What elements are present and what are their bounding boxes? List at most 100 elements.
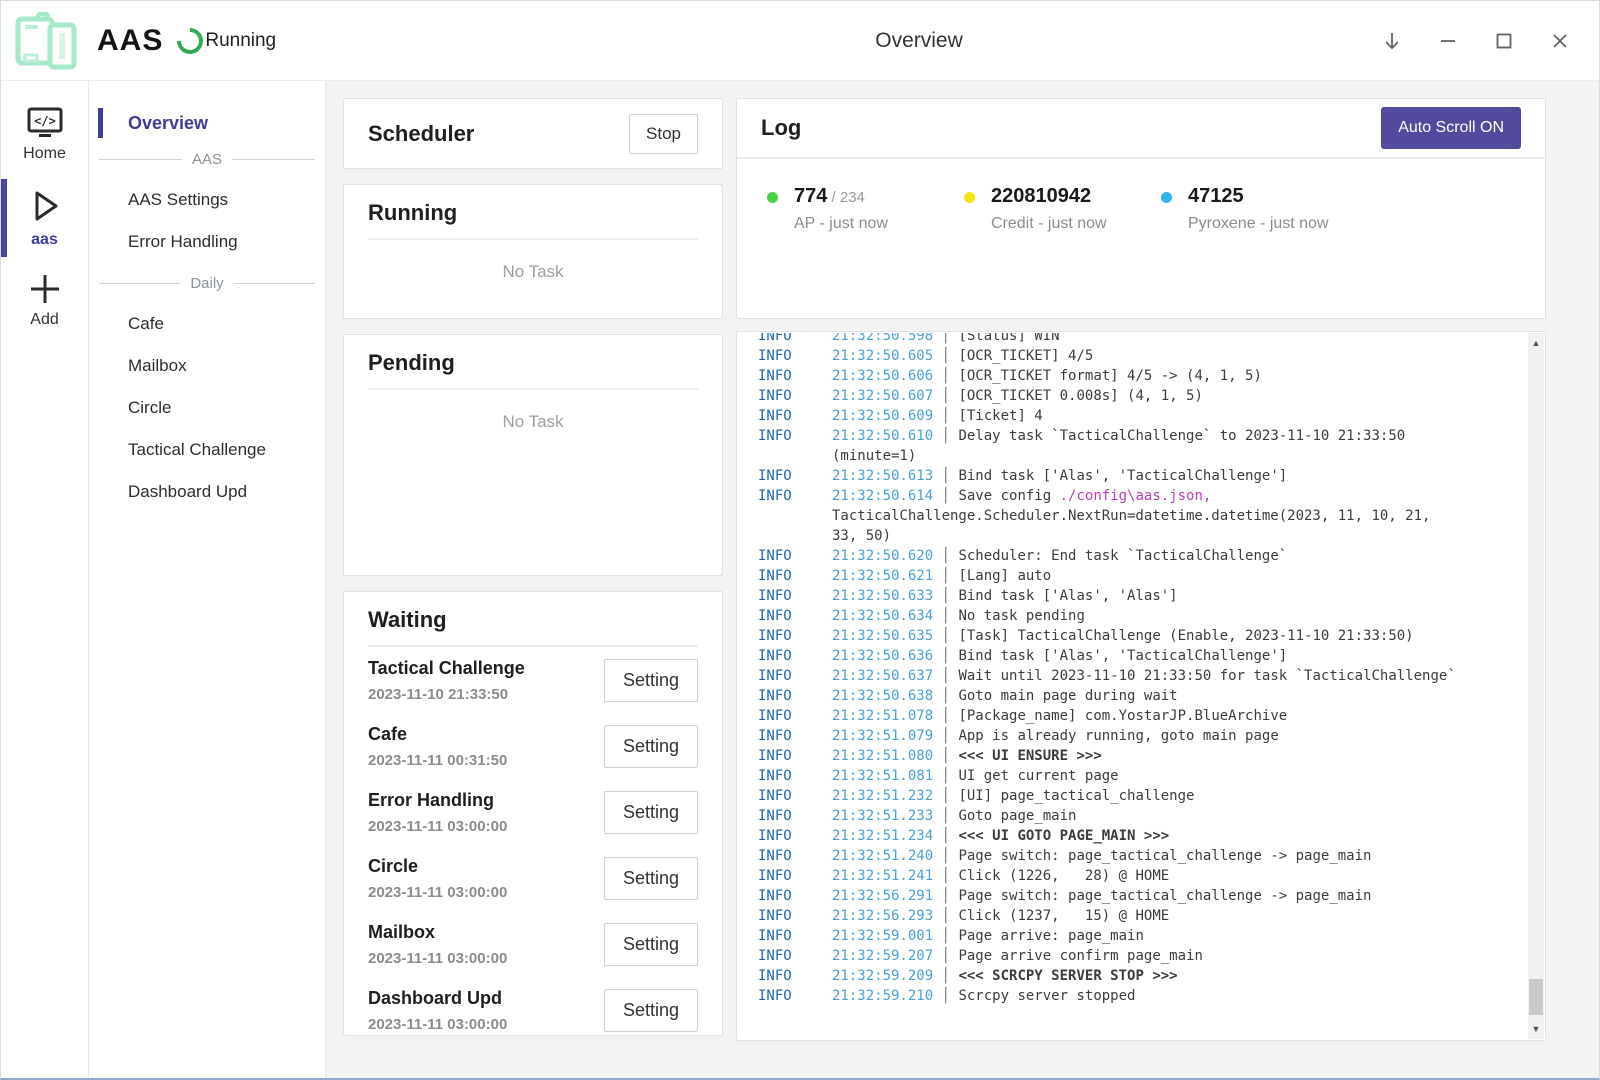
setting-button[interactable]: Setting <box>604 725 698 768</box>
log-message: 21:32:51.234 │ <<< UI GOTO PAGE_MAIN >>> <box>832 826 1462 846</box>
nav-item-dashboard-upd[interactable]: Dashboard Upd <box>89 471 325 513</box>
log-message: 21:32:59.209 │ <<< SCRCPY SERVER STOP >>… <box>832 966 1462 986</box>
stat-body: 220810942Credit - just now <box>991 185 1107 233</box>
log-entry: INFO21:32:50.613 │ Bind task ['Alas', 'T… <box>758 466 1528 486</box>
log-timestamp: 21:32:50.606 <box>832 368 933 384</box>
auto-scroll-button[interactable]: Auto Scroll ON <box>1381 107 1521 149</box>
scrollbar-thumb[interactable] <box>1529 979 1543 1015</box>
waiting-task-row: Mailbox2023-11-11 03:00:00Setting <box>368 911 698 977</box>
stat-dot-icon <box>1161 192 1172 203</box>
nav-item-tactical-challenge[interactable]: Tactical Challenge <box>89 429 325 471</box>
setting-button[interactable]: Setting <box>604 659 698 702</box>
waiting-task-name: Dashboard Upd <box>368 988 507 1009</box>
log-separator: │ <box>933 948 958 964</box>
maximize-icon[interactable] <box>1481 18 1527 64</box>
minimize-icon[interactable] <box>1425 18 1471 64</box>
waiting-task-info: Cafe2023-11-11 00:31:50 <box>368 724 507 769</box>
log-level: INFO <box>758 886 832 906</box>
log-text: [Package_name] com.YostarJP.BlueArchive <box>958 708 1287 724</box>
log-entry: INFO21:32:51.232 │ [UI] page_tactical_ch… <box>758 786 1528 806</box>
rail-item-aas[interactable]: aas <box>1 175 88 261</box>
log-level: INFO <box>758 826 832 846</box>
nav-item-mailbox[interactable]: Mailbox <box>89 345 325 387</box>
rail-label: aas <box>1 231 88 249</box>
plus-icon <box>1 271 88 307</box>
stop-button[interactable]: Stop <box>629 114 698 154</box>
log-text: Scrcpy server stopped <box>958 988 1135 1004</box>
log-timestamp: 21:32:50.638 <box>832 688 933 704</box>
close-icon[interactable] <box>1537 18 1583 64</box>
log-text: Click (1226, 28) @ HOME <box>958 868 1169 884</box>
run-status: Running <box>177 28 276 54</box>
log-entry: INFO21:32:51.234 │ <<< UI GOTO PAGE_MAIN… <box>758 826 1528 846</box>
nav-item-circle[interactable]: Circle <box>89 387 325 429</box>
log-timestamp: 21:32:51.240 <box>832 848 933 864</box>
log-timestamp: 21:32:50.613 <box>832 468 933 484</box>
log-text: Page arrive: page_main <box>958 928 1143 944</box>
waiting-task-time: 2023-11-11 03:00:00 <box>368 1016 507 1033</box>
log-message: 21:32:50.607 │ [OCR_TICKET 0.008s] (4, 1… <box>832 386 1462 406</box>
pending-empty-text: No Task <box>368 412 698 432</box>
download-icon[interactable] <box>1369 18 1415 64</box>
log-level: INFO <box>758 806 832 826</box>
log-level: INFO <box>758 846 832 866</box>
log-level: INFO <box>758 866 832 886</box>
scrollbar-down-icon[interactable]: ▼ <box>1528 1021 1544 1037</box>
resource-stats: 774 / 234 AP - just now 220810942Credit - … <box>737 159 1545 233</box>
app-logo-icon <box>13 11 79 71</box>
log-level: INFO <box>758 706 832 726</box>
waiting-task-info: Tactical Challenge2023-11-10 21:33:50 <box>368 658 525 703</box>
rail-item-add[interactable]: Add <box>1 261 88 341</box>
waiting-list: Tactical Challenge2023-11-10 21:33:50 Set… <box>368 647 698 1036</box>
pending-title: Pending <box>368 350 698 376</box>
page-title: Overview <box>875 29 963 53</box>
log-message: 21:32:50.613 │ Bind task ['Alas', 'Tacti… <box>832 466 1462 486</box>
log-output[interactable]: INFO21:32:50.598 │ [Status] WININFO21:32… <box>737 333 1528 1039</box>
log-timestamp: 21:32:56.291 <box>832 888 933 904</box>
stat-label: AP - just now <box>794 215 888 233</box>
nav-item-error-handling[interactable]: Error Handling <box>89 221 325 263</box>
log-separator: │ <box>933 708 958 724</box>
waiting-task-row: Error Handling2023-11-11 03:00:00 Setting <box>368 779 698 845</box>
log-output-card: INFO21:32:50.598 │ [Status] WININFO21:32… <box>736 331 1546 1041</box>
log-entry: INFO21:32:50.621 │ [Lang] auto <box>758 566 1528 586</box>
nav-item-overview[interactable]: Overview <box>89 107 325 139</box>
log-entry: INFO21:32:56.291 │ Page switch: page_tac… <box>758 886 1528 906</box>
scheduler-title: Scheduler <box>368 121 474 147</box>
log-text: UI get current page <box>958 768 1118 784</box>
log-timestamp: 21:32:59.207 <box>832 948 933 964</box>
log-message: 21:32:59.207 │ Page arrive confirm page_… <box>832 946 1462 966</box>
log-scrollbar[interactable]: ▲ ▼ <box>1528 333 1544 1039</box>
scrollbar-up-icon[interactable]: ▲ <box>1528 335 1544 351</box>
nav-item-cafe[interactable]: Cafe <box>89 303 325 345</box>
log-message: 21:32:50.614 │ Save config ./config\aas.… <box>832 486 1462 546</box>
log-message: 21:32:50.633 │ Bind task ['Alas', 'Alas'… <box>832 586 1462 606</box>
log-timestamp: 21:32:51.234 <box>832 828 933 844</box>
log-text: [UI] page_tactical_challenge <box>958 788 1194 804</box>
setting-button[interactable]: Setting <box>604 857 698 900</box>
log-timestamp: 21:32:50.614 <box>832 488 933 504</box>
divider-line <box>99 159 182 160</box>
log-text: App is already running, goto main page <box>958 728 1278 744</box>
log-level: INFO <box>758 946 832 966</box>
setting-button[interactable]: Setting <box>604 923 698 966</box>
log-text: [OCR_TICKET 0.008s] (4, 1, 5) <box>958 388 1202 404</box>
log-entries: INFO21:32:50.598 │ [Status] WININFO21:32… <box>758 333 1528 1006</box>
rail-item-home[interactable]: </> Home <box>1 95 88 175</box>
setting-button[interactable]: Setting <box>604 791 698 834</box>
log-separator: │ <box>933 868 958 884</box>
stat-value: 774 / 234 <box>794 185 888 208</box>
log-level: INFO <box>758 606 832 626</box>
waiting-task-name: Circle <box>368 856 507 877</box>
log-level: INFO <box>758 466 832 486</box>
setting-button[interactable]: Setting <box>604 989 698 1032</box>
log-separator: │ <box>933 428 958 444</box>
active-indicator <box>98 108 103 138</box>
app-window: AAS Running Overview </> <box>0 0 1600 1080</box>
log-entry: INFO21:32:50.633 │ Bind task ['Alas', 'A… <box>758 586 1528 606</box>
waiting-task-info: Error Handling2023-11-11 03:00:00 <box>368 790 507 835</box>
nav-item-aas-settings[interactable]: AAS Settings <box>89 179 325 221</box>
log-timestamp: 21:32:50.598 <box>832 333 933 344</box>
stat-label: Pyroxene - just now <box>1188 215 1329 233</box>
log-level: INFO <box>758 346 832 366</box>
